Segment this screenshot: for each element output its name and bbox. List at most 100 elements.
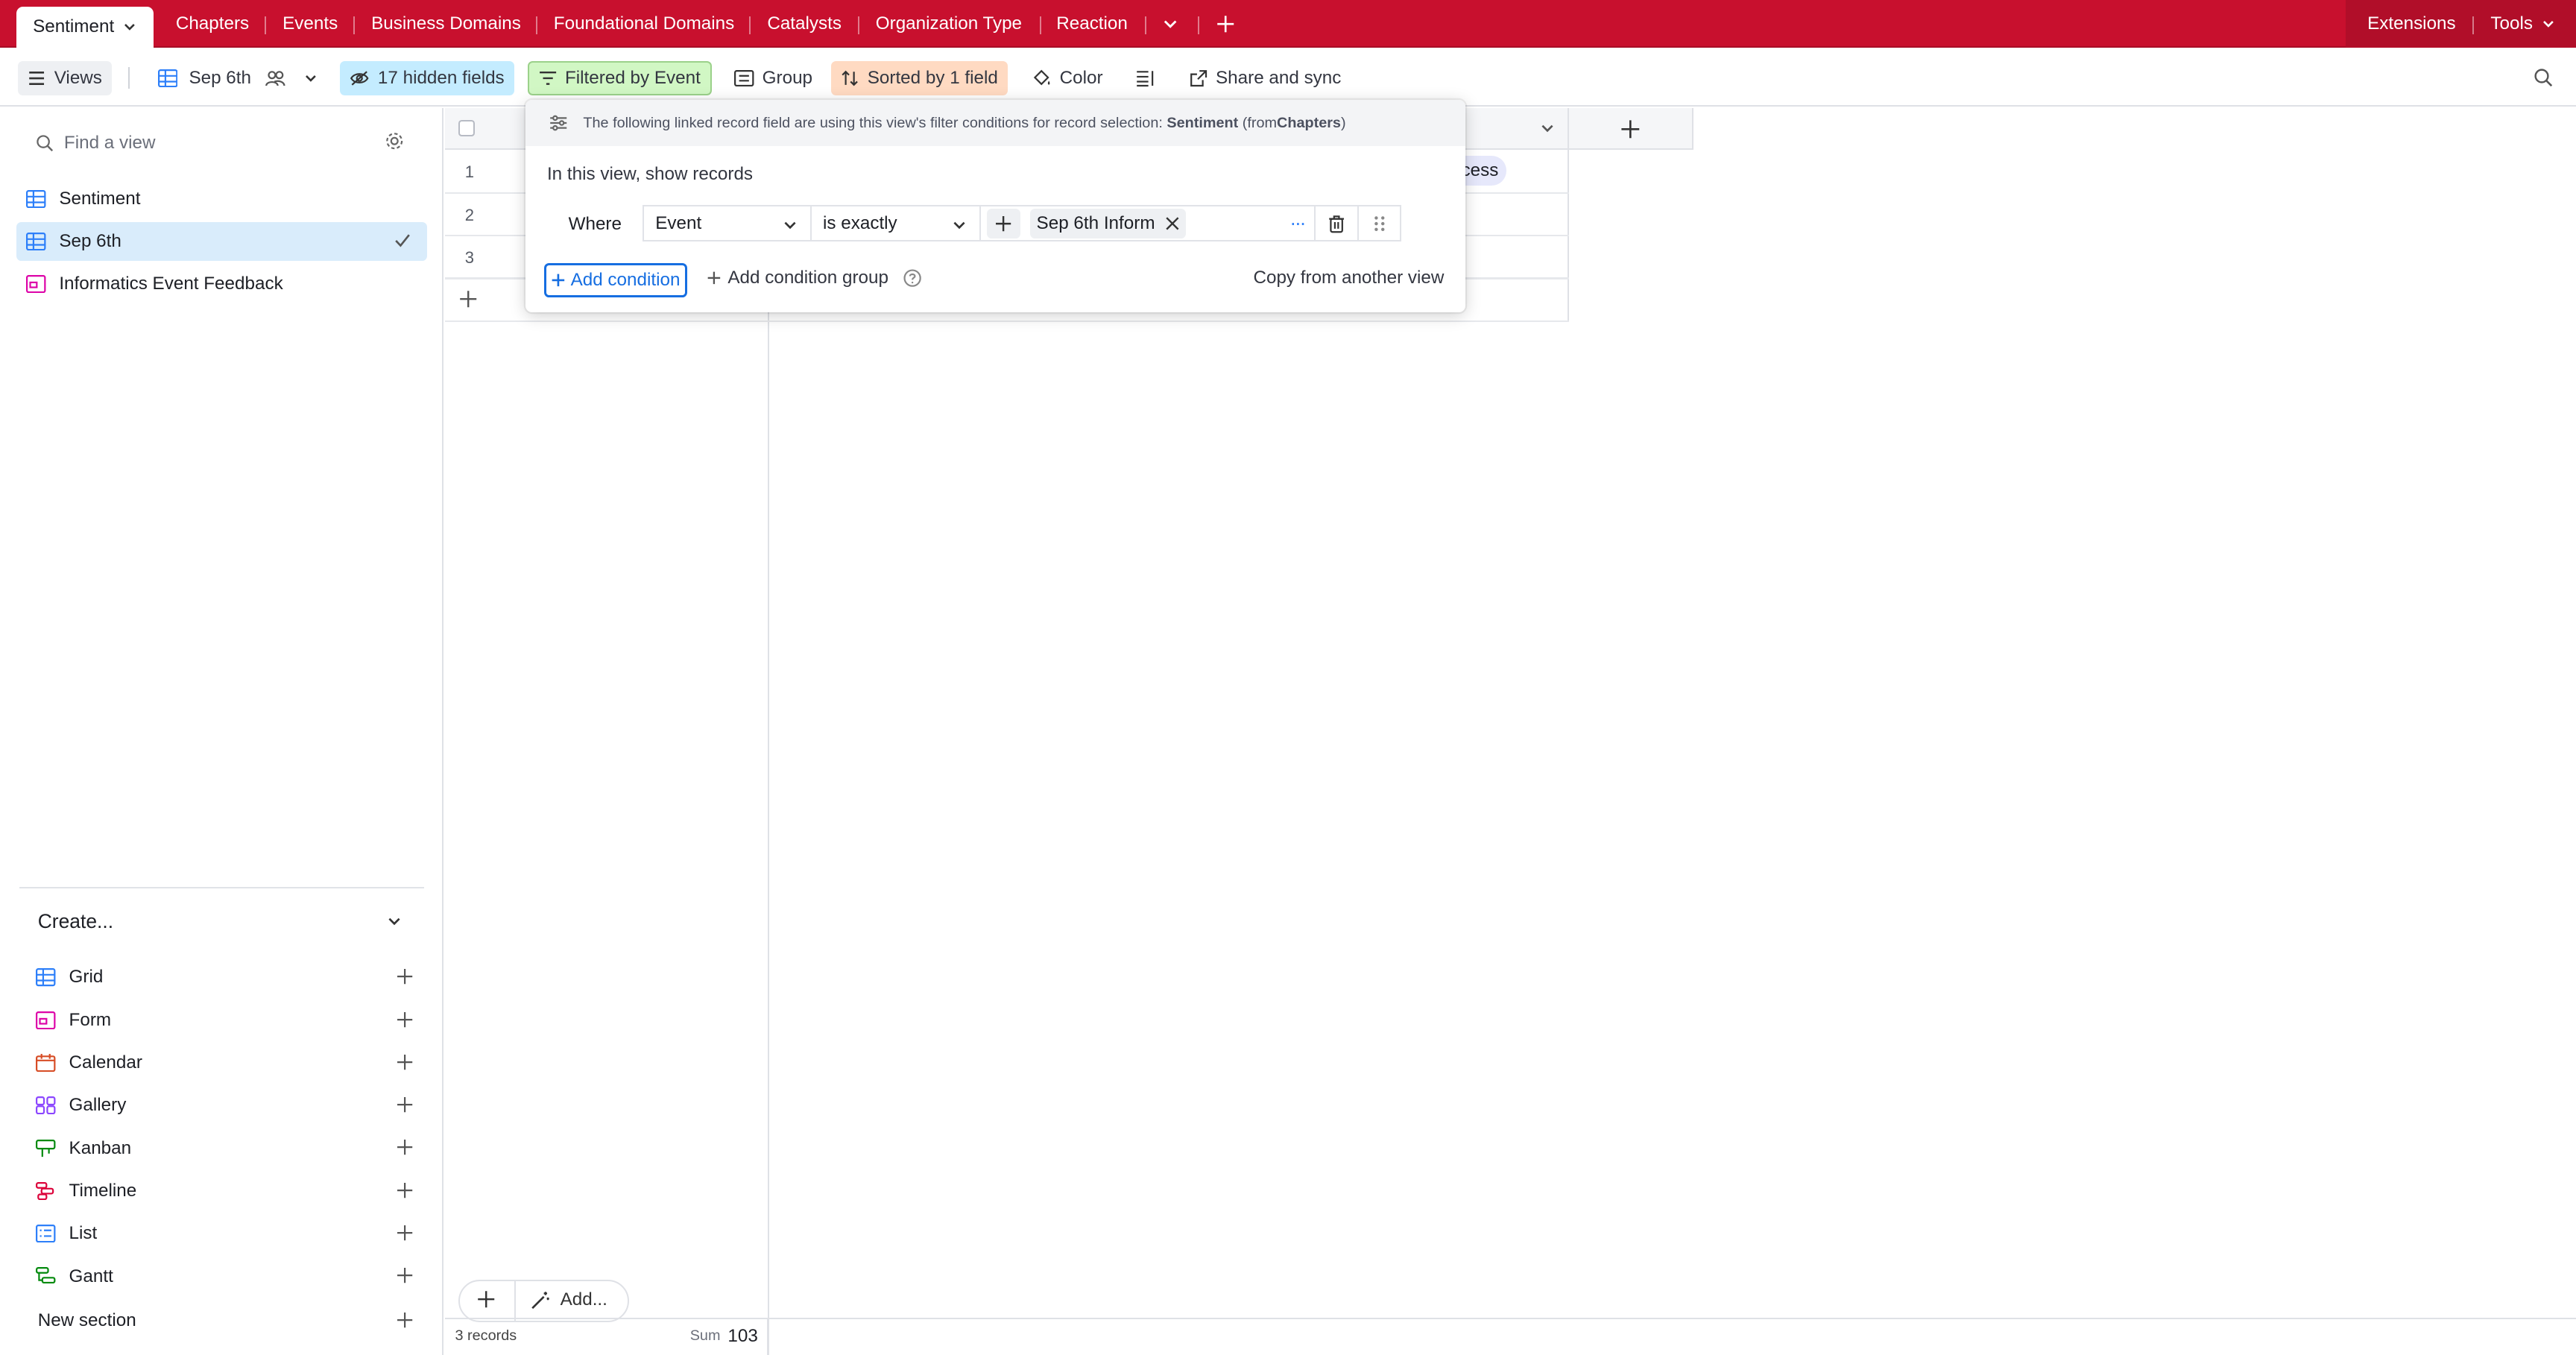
create-gantt-view[interactable]: Gantt [36, 1260, 414, 1293]
create-section-header[interactable]: Create... [38, 910, 113, 933]
plus-icon [994, 215, 1012, 233]
collaborators-icon [265, 69, 286, 87]
create-list-view[interactable]: List [36, 1217, 414, 1250]
grid-icon [26, 189, 46, 208]
copy-from-view-button[interactable]: Copy from another view [1253, 268, 1444, 288]
add-linked-record-button[interactable] [987, 208, 1020, 239]
tab-events[interactable]: Events [282, 0, 338, 48]
summary-label: Sum [689, 1327, 721, 1344]
tab-organization-type[interactable]: Organization Type [876, 0, 1022, 48]
tab-label: Business Domains [371, 13, 521, 34]
add-table-button[interactable] [1216, 0, 1235, 48]
sort-icon [841, 70, 859, 86]
plus-icon [396, 1224, 414, 1242]
search-button[interactable] [2523, 61, 2563, 95]
filter-button[interactable]: Filtered by Event [527, 60, 713, 95]
notice-from: (from [1242, 114, 1278, 131]
add-with-ai-button[interactable]: Add... [531, 1289, 607, 1310]
tab-catalysts[interactable]: Catalysts [767, 0, 842, 48]
create-timeline-view[interactable]: Timeline [36, 1175, 414, 1207]
new-section-button[interactable]: New section [38, 1304, 416, 1337]
view-toolbar: Views Sep 6th 17 hidden fields Filtered … [0, 47, 2576, 107]
filter-operator-select[interactable]: is exactly [809, 205, 981, 241]
sidebar-view-sentiment[interactable]: Sentiment [16, 179, 427, 218]
add-field-button[interactable] [1620, 119, 1641, 140]
list-icon [36, 1225, 56, 1243]
find-view-search[interactable]: Find a view [19, 125, 427, 161]
sidebar-view-sep-6th[interactable]: Sep 6th [16, 221, 428, 262]
plus-icon [396, 1053, 414, 1071]
tab-label: Events [282, 13, 338, 34]
plus-icon [458, 289, 478, 309]
tools-button[interactable]: Tools [2490, 0, 2555, 48]
extensions-button[interactable]: Extensions [2367, 0, 2456, 48]
row-height-button[interactable] [1126, 61, 1165, 95]
drag-handle[interactable] [1357, 205, 1402, 241]
create-kanban-view[interactable]: Kanban [36, 1132, 414, 1165]
filter-operator-value: is exactly [823, 212, 897, 233]
help-icon[interactable] [903, 269, 921, 287]
column-menu-chevron-icon[interactable] [1539, 120, 1556, 136]
sort-button[interactable]: Sorted by 1 field [831, 60, 1008, 95]
select-all-checkbox[interactable] [458, 119, 475, 136]
tab-business-domains[interactable]: Business Domains [371, 0, 521, 48]
views-sidebar: Find a view Sentiment Sep 6th Informatic… [0, 108, 444, 1355]
tools-label: Tools [2490, 13, 2533, 34]
search-icon [2534, 68, 2553, 87]
tab-label: Reaction [1056, 13, 1128, 34]
bottom-add-divider [514, 1281, 517, 1321]
share-label: Share and sync [1216, 67, 1342, 88]
tab-sentiment[interactable]: Sentiment [16, 6, 154, 48]
group-button[interactable]: Group [724, 61, 822, 95]
tab-divider [535, 16, 537, 35]
add-record-button[interactable] [476, 1289, 496, 1309]
view-switcher-button[interactable]: Sep 6th [148, 61, 328, 95]
row-height-icon [1135, 69, 1155, 87]
create-calendar-view[interactable]: Calendar [36, 1046, 414, 1079]
add-condition-button[interactable]: Add condition [543, 262, 688, 297]
tab-foundational-domains[interactable]: Foundational Domains [554, 0, 735, 48]
more-tables-button[interactable] [1161, 0, 1179, 48]
filter-field-select[interactable]: Event [642, 205, 812, 241]
more-options-icon[interactable]: ··· [1289, 212, 1306, 235]
footer-divider [767, 1318, 769, 1355]
gantt-icon [36, 1267, 56, 1285]
tab-divider [857, 16, 859, 35]
tab-reaction[interactable]: Reaction [1056, 0, 1128, 48]
create-label: Create... [37, 910, 114, 933]
create-item-label: Gantt [69, 1266, 113, 1286]
chevron-down-icon[interactable] [386, 913, 402, 929]
create-item-label: Grid [69, 967, 104, 988]
add-condition-group-button[interactable]: Add condition group [707, 268, 921, 288]
create-gallery-view[interactable]: Gallery [36, 1089, 414, 1122]
delete-condition-button[interactable] [1314, 205, 1359, 241]
linked-record-chip[interactable]: Sep 6th Inform [1029, 208, 1187, 239]
filter-heading: In this view, show records [546, 164, 754, 185]
plus-icon [396, 1181, 414, 1199]
sidebar-view-informatics-event-feedback[interactable]: Informatics Event Feedback [16, 265, 427, 304]
tab-divider [1040, 16, 1042, 35]
create-item-label: Gallery [69, 1095, 127, 1116]
share-sync-button[interactable]: Share and sync [1180, 61, 1351, 95]
summary-value: 103 [727, 1325, 758, 1346]
add-label: Add... [560, 1289, 607, 1310]
plus-icon [396, 1011, 414, 1029]
tab-label: Catalysts [767, 13, 842, 34]
hide-fields-button[interactable]: 17 hidden fields [340, 60, 514, 95]
views-toggle-button[interactable]: Views [18, 60, 112, 95]
create-form-view[interactable]: Form [36, 1004, 414, 1037]
form-icon [36, 1011, 56, 1029]
filter-label: Filtered by Event [564, 67, 701, 88]
tab-divider [749, 16, 751, 35]
add-row-button[interactable] [458, 289, 478, 309]
close-icon[interactable] [1165, 216, 1180, 231]
filter-value-field[interactable]: Sep 6th Inform ··· [979, 205, 1316, 241]
extensions-label: Extensions [2367, 13, 2456, 34]
create-grid-view[interactable]: Grid [36, 961, 414, 994]
gear-icon[interactable] [385, 131, 404, 151]
plus-icon [476, 1289, 496, 1309]
color-button[interactable]: Color [1022, 61, 1113, 95]
create-item-label: Timeline [69, 1180, 137, 1201]
chevron-down-icon [303, 71, 318, 86]
tab-chapters[interactable]: Chapters [176, 0, 249, 48]
